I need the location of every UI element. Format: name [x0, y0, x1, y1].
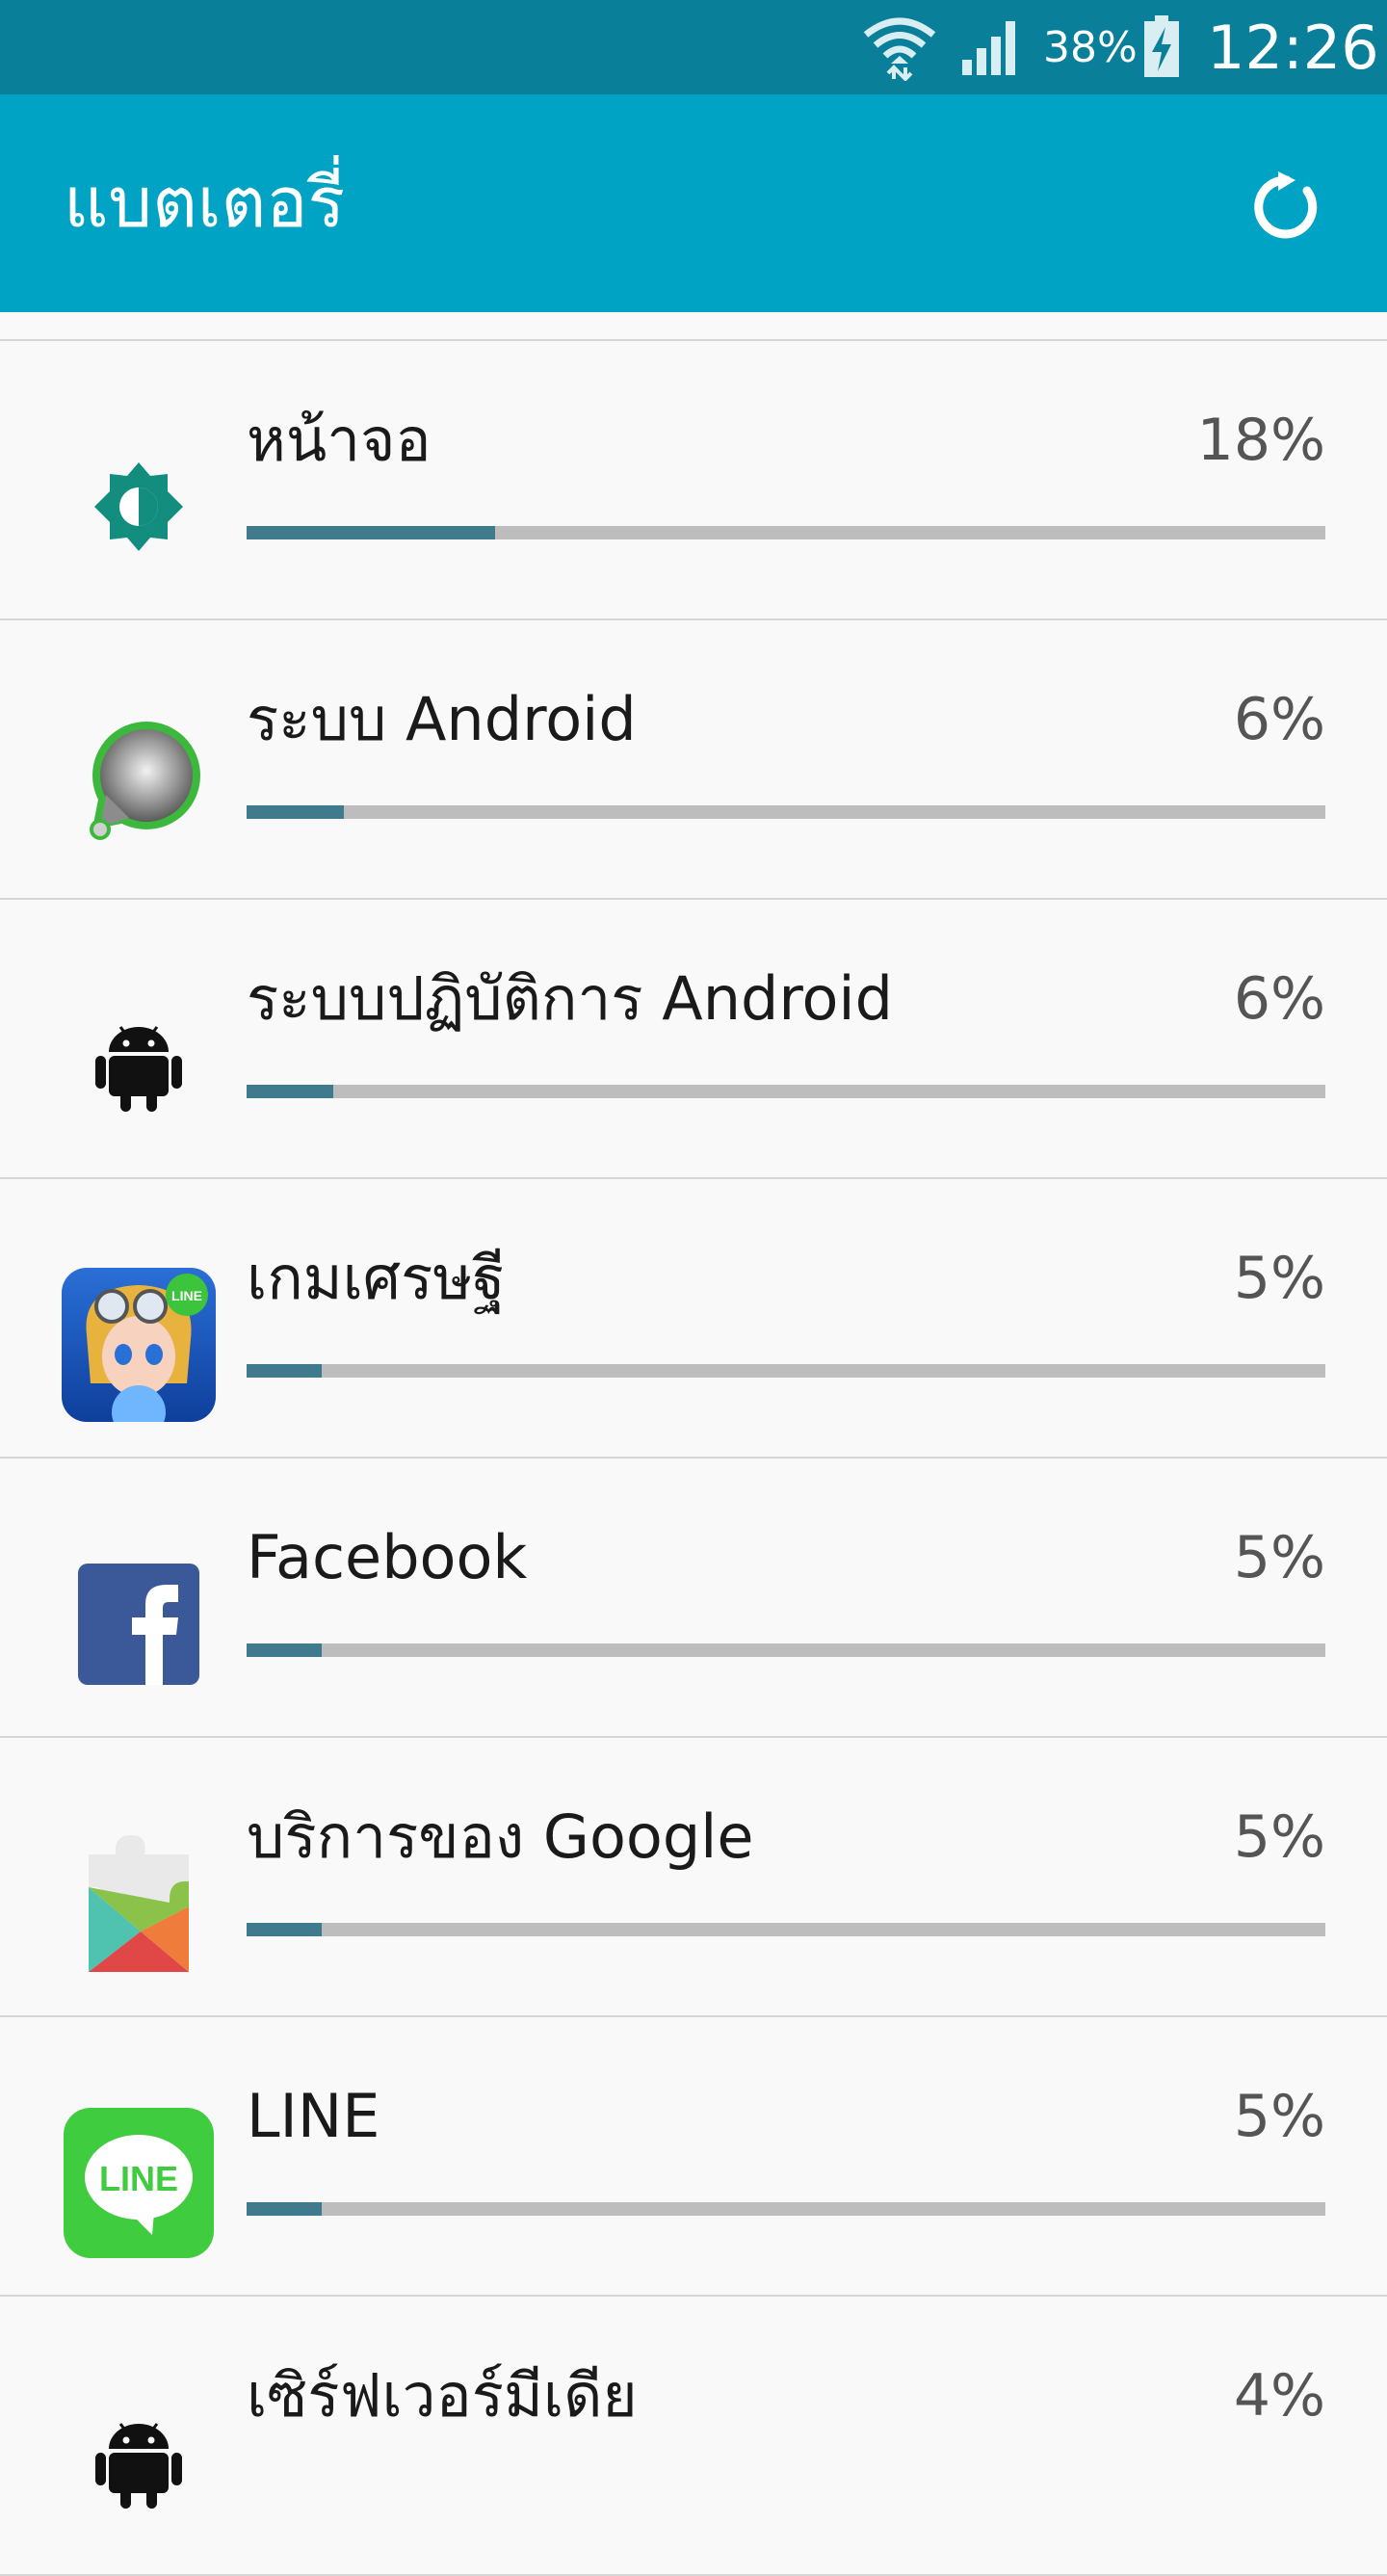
usage-label: เซิร์ฟเวอร์มีเดีย [247, 2360, 638, 2431]
usage-row-android-system[interactable]: ระบบ Android 6% [0, 620, 1387, 900]
usage-row-line[interactable]: LINE LINE 5% [0, 2017, 1387, 2297]
usage-label: หน้าจอ [247, 405, 432, 475]
usage-percent: 5% [1233, 1803, 1325, 1871]
wifi-icon [863, 17, 936, 81]
usage-label: LINE [247, 2081, 380, 2151]
usage-percent: 5% [1233, 1245, 1325, 1312]
usage-bar [247, 805, 1325, 819]
android-robot-icon [60, 986, 218, 1144]
usage-row-screen[interactable]: หน้าจอ 18% [0, 341, 1387, 620]
usage-bar-fill [247, 526, 495, 539]
usage-bar-fill [247, 1643, 323, 1657]
usage-bar-fill [247, 1085, 333, 1098]
usage-row-android-os[interactable]: ระบบปฏิบัติการ Android 6% [0, 900, 1387, 1179]
signal-icon [962, 21, 1015, 75]
page-title: แบตเตอรี่ [64, 162, 346, 243]
usage-percent: 6% [1233, 686, 1325, 753]
usage-percent: 4% [1233, 2362, 1325, 2430]
game-app-icon: LINE [60, 1266, 218, 1424]
usage-bar-fill [247, 805, 344, 819]
usage-row-media-server[interactable]: เซิร์ฟเวอร์มีเดีย 4% [0, 2297, 1387, 2576]
usage-percent: 6% [1233, 965, 1325, 1033]
usage-bar-fill [247, 1923, 323, 1936]
usage-label: ระบบปฏิบัติการ Android [247, 963, 893, 1034]
android-system-icon [60, 707, 218, 865]
line-badge-text: LINE [171, 1288, 202, 1303]
usage-bar [247, 1643, 1325, 1657]
facebook-icon [60, 1545, 218, 1703]
clock: 12:26 [1207, 13, 1379, 83]
status-bar: 38% 12:26 [0, 0, 1387, 94]
usage-percent: 18% [1196, 407, 1325, 474]
usage-label: ระบบ Android [247, 684, 637, 754]
usage-label: Facebook [247, 1522, 528, 1592]
line-logo-text: LINE [99, 2159, 178, 2198]
google-play-services-icon [60, 1825, 218, 1983]
usage-row-google-services[interactable]: บริการของ Google 5% [0, 1738, 1387, 2017]
usage-percent: 5% [1233, 2083, 1325, 2150]
usage-bar [247, 526, 1325, 539]
battery-usage-list: หน้าจอ 18% ระบบ Android 6% ระบบปฏิบัติกา… [0, 339, 1387, 2576]
usage-row-facebook[interactable]: Facebook 5% [0, 1459, 1387, 1738]
refresh-icon[interactable] [1249, 170, 1324, 245]
line-app-icon: LINE [60, 2104, 218, 2262]
usage-bar [247, 1923, 1325, 1936]
usage-label: เกมเศรษฐี [247, 1243, 506, 1313]
usage-percent: 5% [1233, 1524, 1325, 1591]
usage-bar [247, 1364, 1325, 1378]
usage-label: บริการของ Google [247, 1801, 754, 1872]
usage-bar [247, 2202, 1325, 2216]
brightness-icon [60, 428, 218, 586]
battery-charging-icon [1144, 15, 1179, 77]
usage-row-game[interactable]: LINE เกมเศรษฐี 5% [0, 1179, 1387, 1459]
usage-bar [247, 1085, 1325, 1098]
usage-bar-fill [247, 2202, 323, 2216]
app-bar: แบตเตอรี่ [0, 94, 1387, 312]
android-robot-icon [60, 2383, 218, 2541]
battery-percent: 38% [1043, 23, 1138, 72]
usage-bar-fill [247, 1364, 323, 1378]
